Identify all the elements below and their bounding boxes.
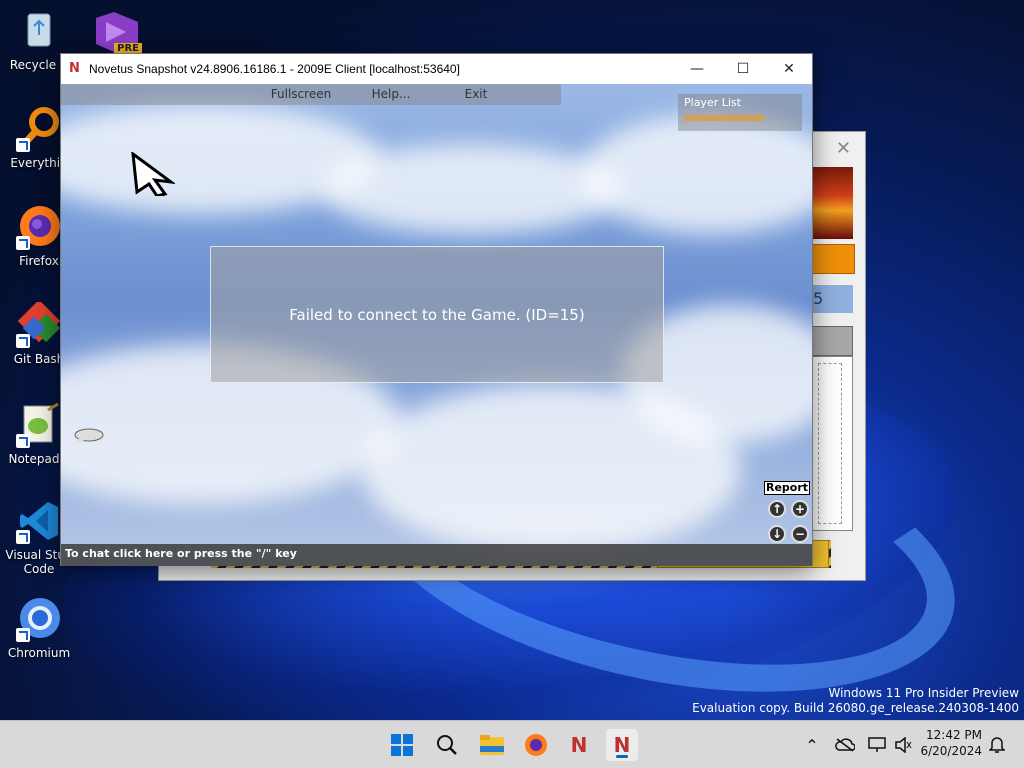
- novetus-logo-icon: N: [69, 61, 80, 76]
- launcher-orange-button[interactable]: [809, 244, 855, 274]
- windows-watermark: Windows 11 Pro Insider Preview Evaluatio…: [692, 686, 1019, 716]
- close-button[interactable]: ✕: [766, 54, 812, 84]
- everything-search-icon: [16, 106, 62, 152]
- desktop-icon-label: Chromium: [7, 646, 71, 660]
- zoom-in-icon[interactable]: +: [791, 500, 809, 518]
- menu-help[interactable]: Help...: [341, 84, 441, 105]
- menu-exit[interactable]: Exit: [441, 84, 511, 105]
- report-button[interactable]: Report: [764, 481, 810, 495]
- launcher-banner-image: [811, 167, 853, 239]
- cloud: [321, 144, 621, 234]
- taskbar: N N ⌃ 12:42 PM 6/20/2024: [0, 720, 1024, 768]
- desktop-icon-chromium[interactable]: Chromium: [2, 596, 76, 660]
- search-button[interactable]: [431, 729, 463, 761]
- notepad-plus-icon: [16, 402, 62, 448]
- folder-icon: [480, 735, 504, 755]
- recycle-bin-icon: [16, 8, 62, 54]
- error-message: Failed to connect to the Game. (ID=15): [289, 305, 585, 324]
- firefox-icon: [16, 204, 62, 250]
- firefox-icon: [525, 734, 547, 756]
- cloud: [581, 114, 812, 234]
- novetus-icon: N: [613, 733, 631, 757]
- watermark-line-1: Windows 11 Pro Insider Preview: [828, 686, 1019, 700]
- mouse-cursor-icon: [131, 152, 175, 196]
- volume-muted-icon[interactable]: [892, 721, 914, 768]
- file-explorer-button[interactable]: [476, 729, 508, 761]
- camera-up-icon[interactable]: ↑: [768, 500, 786, 518]
- start-button[interactable]: [386, 729, 418, 761]
- chromium-icon: [16, 596, 62, 642]
- taskbar-clock[interactable]: 12:42 PM 6/20/2024: [920, 727, 982, 759]
- game-window[interactable]: N Novetus Snapshot v24.8906.16186.1 - 20…: [60, 53, 813, 566]
- search-icon: [437, 735, 457, 755]
- watermark-line-2: Evaluation copy. Build 26080.ge_release.…: [692, 701, 1019, 715]
- clock-date: 6/20/2024: [920, 744, 982, 758]
- notification-bell-icon[interactable]: [986, 721, 1008, 768]
- chat-bar[interactable]: To chat click here or press the "/" key: [61, 544, 812, 566]
- cloud-offline-icon[interactable]: [834, 721, 856, 768]
- chat-bubble-icon[interactable]: [73, 426, 105, 446]
- windows-logo-icon: [391, 734, 413, 756]
- tray-overflow-chevron-icon[interactable]: ⌃: [802, 721, 822, 768]
- menu-fullscreen[interactable]: Fullscreen: [261, 84, 341, 105]
- firefox-taskbar-button[interactable]: [520, 729, 552, 761]
- window-titlebar[interactable]: N Novetus Snapshot v24.8906.16186.1 - 20…: [61, 54, 812, 84]
- player-list-entry: [678, 111, 802, 124]
- novetus-client-taskbar-button[interactable]: N: [606, 729, 638, 761]
- zoom-out-icon[interactable]: −: [791, 525, 809, 543]
- vscode-icon: [16, 498, 62, 544]
- clock-time: 12:42 PM: [926, 728, 982, 742]
- launcher-close-icon[interactable]: ✕: [836, 138, 851, 159]
- active-indicator: [616, 755, 628, 758]
- error-dialog: Failed to connect to the Game. (ID=15): [210, 246, 664, 383]
- player-list-title: Player List: [684, 96, 741, 109]
- launcher-list-box[interactable]: [811, 356, 853, 531]
- minimize-button[interactable]: —: [674, 54, 720, 84]
- window-title: Novetus Snapshot v24.8906.16186.1 - 2009…: [89, 62, 460, 76]
- player-list-panel: Player List: [678, 94, 802, 131]
- novetus-launcher-taskbar-button[interactable]: N: [563, 729, 595, 761]
- vs-preview-icon[interactable]: PRE: [92, 8, 142, 54]
- game-viewport[interactable]: Fullscreen Help... Exit Player List Fail…: [61, 84, 812, 566]
- git-bash-icon: [16, 299, 62, 348]
- launcher-version-field: 5: [811, 285, 853, 313]
- maximize-button[interactable]: ☐: [720, 54, 766, 84]
- novetus-icon: N: [570, 733, 588, 757]
- launcher-gray-header: [811, 326, 853, 356]
- game-menubar: Fullscreen Help... Exit: [61, 84, 561, 105]
- camera-down-icon[interactable]: ↓: [768, 525, 786, 543]
- network-icon[interactable]: [866, 721, 888, 768]
